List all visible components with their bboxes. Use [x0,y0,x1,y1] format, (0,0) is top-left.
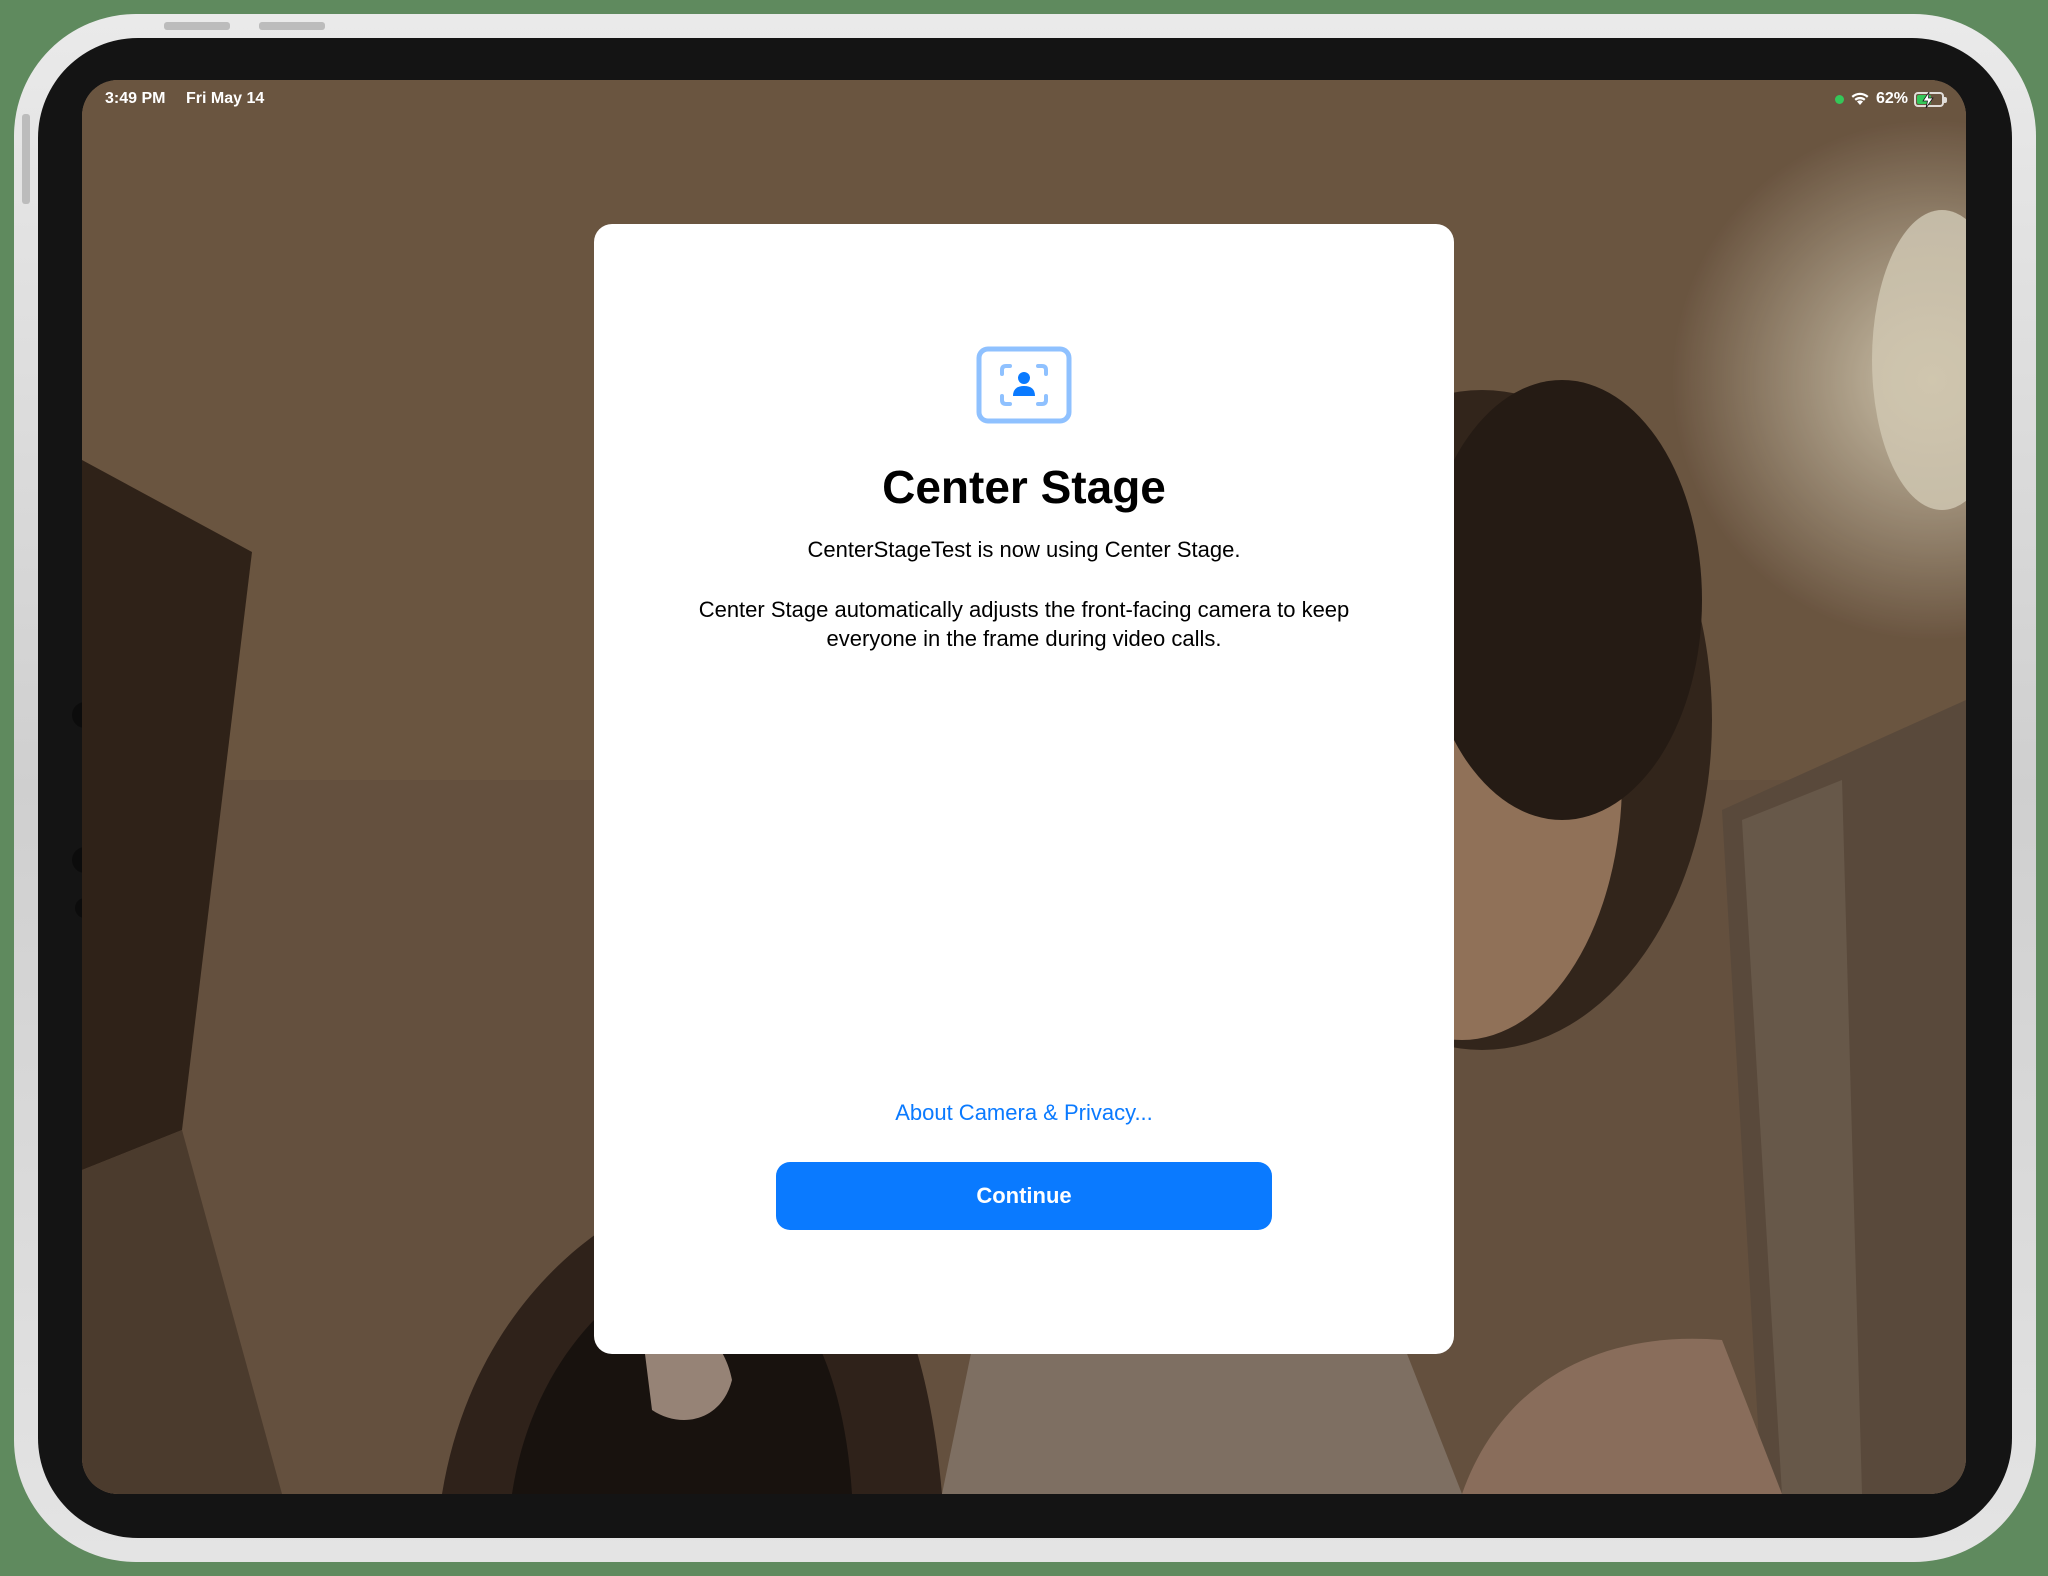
screen: 3:49 PM Fri May 14 62% Center Stage Cent… [82,80,1966,1494]
continue-button[interactable]: Continue [776,1162,1272,1230]
battery-percent: 62% [1875,90,1908,107]
bolt-icon [1922,91,1934,108]
side-button [22,114,30,204]
battery-nub [1944,96,1947,103]
sheet-title: Center Stage [882,461,1166,513]
sheet-description: Center Stage automatically adjusts the f… [698,597,1350,651]
status-indicators: 62% [1834,90,1947,108]
sheet-subtitle: CenterStageTest is now using Center Stag… [807,537,1241,562]
about-camera-privacy-link[interactable]: About Camera & Privacy... [594,1100,1454,1126]
top-button-secondary [259,22,325,30]
wifi-icon [1851,92,1869,105]
battery-charging-icon [1914,91,1947,108]
center-stage-icon [976,346,1072,424]
status-time: 3:49 PM [105,90,166,107]
status-bar: 3:49 PM Fri May 14 62% [82,80,1966,124]
top-button [164,22,230,30]
camera-in-use-indicator [1834,94,1844,104]
status-date: Fri May 14 [186,90,265,107]
center-stage-sheet: Center Stage CenterStageTest is now usin… [594,224,1454,1354]
